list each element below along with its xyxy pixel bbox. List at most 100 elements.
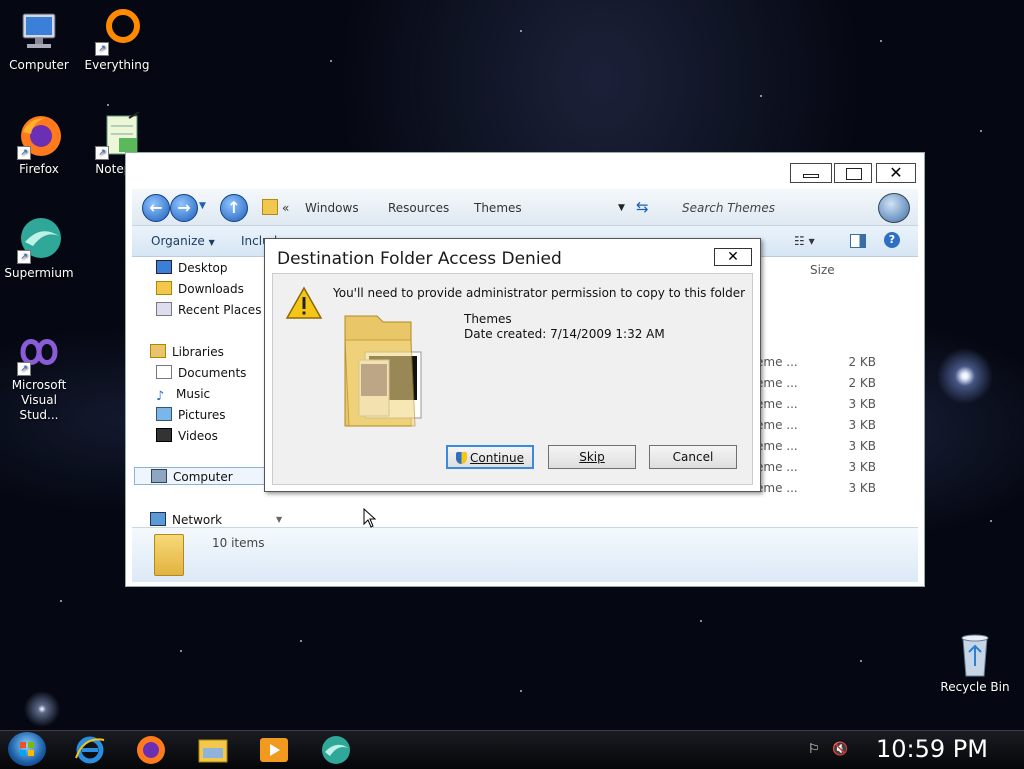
file-row[interactable]: eme ... 2 KB	[756, 355, 906, 375]
downloads-icon	[156, 281, 172, 295]
access-denied-dialog: Destination Folder Access Denied ✕ You'l…	[264, 238, 761, 492]
breadcrumb-overflow[interactable]: «	[282, 201, 289, 215]
close-icon: ✕	[727, 249, 739, 265]
nav-item-pictures[interactable]: Pictures	[156, 406, 226, 424]
visual-studio-icon: ↗	[15, 328, 63, 376]
breadcrumb-themes[interactable]: Themes	[474, 201, 522, 215]
help-icon[interactable]: ?	[884, 232, 900, 248]
desktop-icon-supermium[interactable]: ↗ Supermium	[1, 216, 77, 281]
chevron-down-icon: ▼	[276, 515, 283, 524]
shortcut-arrow-icon: ↗	[17, 146, 31, 160]
minimize-button[interactable]	[790, 163, 832, 183]
star	[980, 130, 982, 132]
file-type: eme ...	[756, 439, 798, 453]
network-icon	[150, 512, 166, 526]
nav-item-recent-places[interactable]: Recent Places	[156, 301, 261, 319]
nav-item-videos[interactable]: Videos	[156, 427, 218, 445]
desktop-icon-visual-studio[interactable]: ↗ Microsoft Visual Stud...	[1, 328, 77, 423]
close-window-button[interactable]: ✕	[876, 163, 916, 183]
organize-menu[interactable]: Organize ▼	[151, 234, 215, 248]
desktop-icon-label: Everything	[84, 58, 150, 72]
nav-label: Videos	[178, 429, 218, 443]
star	[880, 40, 882, 42]
taskbar: ⚐ 🔇 10:59 PM	[0, 730, 1024, 769]
volume-muted-icon[interactable]: 🔇	[832, 742, 848, 757]
file-type: eme ...	[756, 481, 798, 495]
forward-button[interactable]: →	[170, 194, 198, 222]
skip-button[interactable]: Skip	[548, 445, 636, 469]
column-header-size[interactable]: Size	[810, 263, 835, 277]
firefox-taskbar-icon[interactable]	[135, 734, 167, 766]
search-input[interactable]: Search Themes	[682, 201, 775, 215]
details-pane: 10 items	[132, 527, 918, 582]
file-row[interactable]: eme ... 2 KB	[756, 376, 906, 396]
nav-label: Pictures	[178, 408, 226, 422]
file-type: eme ...	[756, 460, 798, 474]
maximize-button[interactable]	[834, 163, 872, 183]
media-player-taskbar-icon[interactable]	[258, 734, 290, 766]
nav-item-libraries[interactable]: Libraries	[150, 343, 224, 361]
file-size: 3 KB	[848, 460, 876, 474]
star	[300, 640, 302, 642]
up-button[interactable]: ↑	[220, 194, 248, 222]
computer-icon	[151, 469, 167, 483]
folder-icon	[154, 534, 184, 576]
dialog-close-button[interactable]: ✕	[714, 248, 752, 266]
nav-item-desktop[interactable]: Desktop	[156, 259, 228, 277]
desktop-icon-recycle-bin[interactable]: Recycle Bin	[937, 630, 1013, 695]
pictures-icon	[156, 407, 172, 421]
internet-explorer-icon[interactable]	[74, 734, 106, 766]
file-type: eme ...	[756, 418, 798, 432]
continue-button[interactable]: Continue	[446, 445, 534, 469]
shortcut-arrow-icon: ↗	[95, 146, 109, 160]
file-row[interactable]: eme ... 3 KB	[756, 460, 906, 480]
breadcrumb-resources[interactable]: Resources	[388, 201, 449, 215]
preview-pane-icon[interactable]	[850, 234, 866, 248]
warning-icon	[285, 286, 323, 323]
views-icon[interactable]: ☷ ▾	[794, 234, 815, 248]
back-button[interactable]: ←	[142, 194, 170, 222]
cancel-button[interactable]: Cancel	[649, 445, 737, 469]
nav-item-music[interactable]: ♪ Music	[156, 385, 210, 403]
desktop-icon-computer[interactable]: Computer	[1, 8, 77, 73]
continue-label: Continue	[470, 451, 524, 465]
file-explorer-taskbar-icon[interactable]	[197, 734, 229, 766]
refresh-icon[interactable]: ⇆	[636, 198, 649, 216]
item-count: 10 items	[212, 536, 265, 550]
nav-label: Libraries	[172, 345, 224, 359]
file-row[interactable]: eme ... 3 KB	[756, 397, 906, 417]
nav-label: Computer	[173, 470, 233, 484]
start-button[interactable]	[8, 732, 46, 766]
file-size: 2 KB	[848, 355, 876, 369]
videos-icon	[156, 428, 172, 442]
shortcut-arrow-icon: ↗	[17, 362, 31, 376]
file-size: 3 KB	[848, 418, 876, 432]
desktop-icon-label: Computer	[9, 58, 69, 72]
supermium-icon: ↗	[15, 216, 63, 264]
search-icon[interactable]	[878, 193, 910, 223]
history-dropdown-icon[interactable]: ▼	[199, 201, 206, 211]
libraries-icon	[150, 344, 166, 358]
supermium-taskbar-icon[interactable]	[320, 734, 352, 766]
nav-label: Network	[172, 513, 223, 527]
address-dropdown-icon[interactable]: ▼	[618, 203, 625, 213]
nav-label: Documents	[178, 366, 247, 380]
file-row[interactable]: eme ... 3 KB	[756, 418, 906, 438]
desktop-icon	[156, 260, 172, 274]
action-center-icon[interactable]: ⚐	[808, 742, 820, 757]
everything-icon: ↗	[93, 8, 141, 56]
star	[60, 600, 62, 602]
desktop-icon-firefox[interactable]: ↗ Firefox	[1, 112, 77, 177]
file-type: eme ...	[756, 355, 798, 369]
breadcrumb-windows[interactable]: Windows	[305, 201, 359, 215]
nav-item-documents[interactable]: Documents	[156, 364, 246, 382]
desktop-icon-everything[interactable]: ↗ Everything	[79, 8, 155, 73]
computer-icon	[15, 8, 63, 56]
documents-icon	[156, 365, 172, 379]
clock[interactable]: 10:59 PM	[876, 735, 988, 763]
nav-item-downloads[interactable]: Downloads	[156, 280, 244, 298]
dialog-body: You'll need to provide administrator per…	[272, 273, 753, 485]
file-row[interactable]: eme ... 3 KB	[756, 439, 906, 459]
file-row[interactable]: eme ... 3 KB	[756, 481, 906, 501]
nav-label: Recent Places	[178, 303, 262, 317]
